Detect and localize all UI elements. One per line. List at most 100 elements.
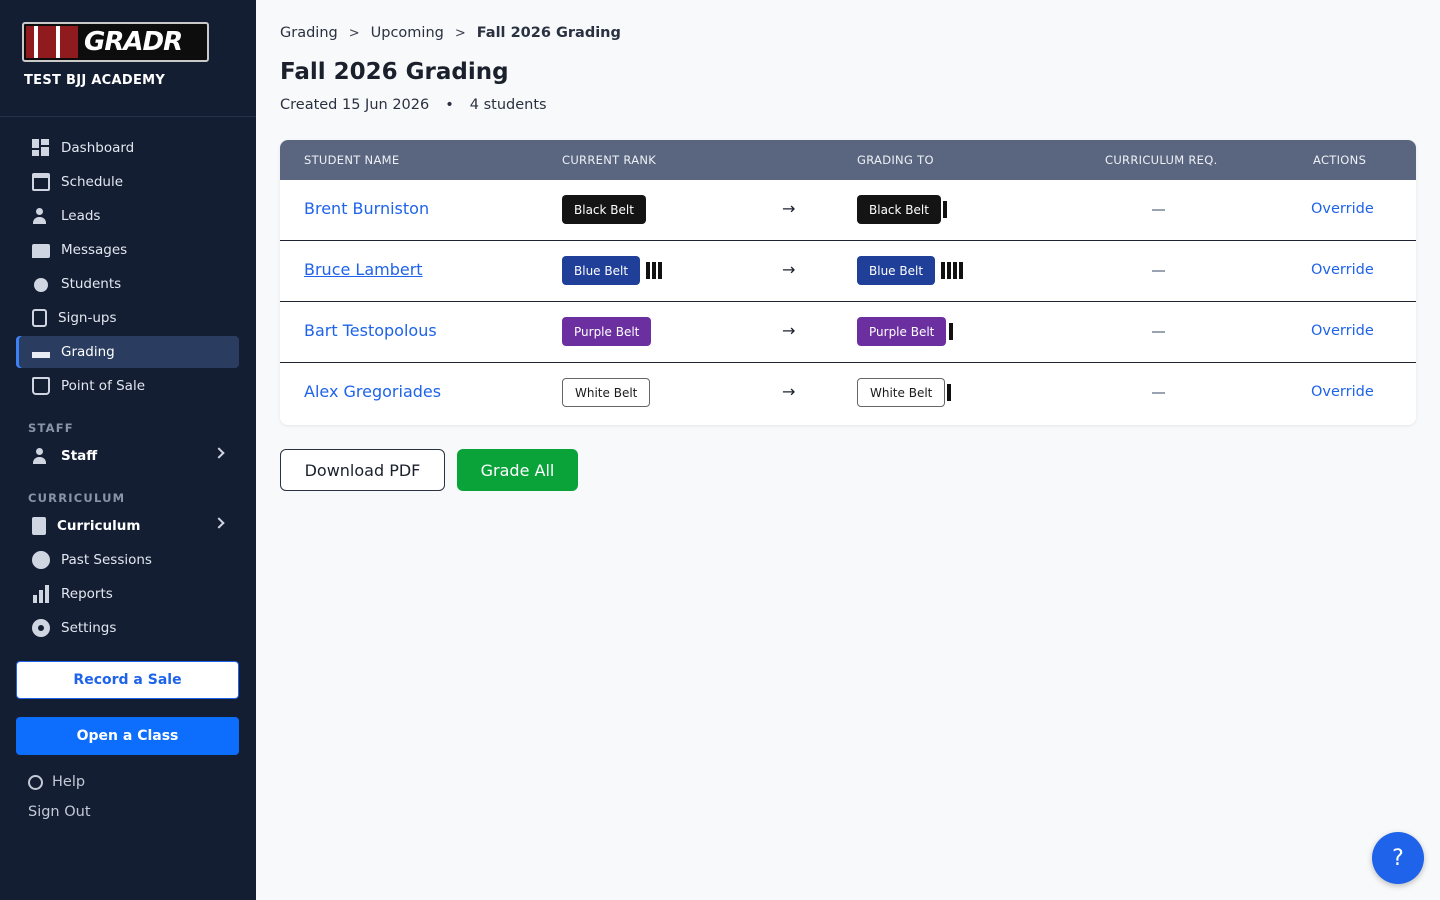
- override-button[interactable]: Override: [1311, 201, 1374, 217]
- header-current-rank: CURRENT RANK: [562, 153, 657, 167]
- help-link[interactable]: Help: [28, 774, 85, 790]
- sidebar-item-messages[interactable]: Messages: [16, 234, 239, 266]
- sidebar-item-leads[interactable]: Leads: [16, 200, 239, 232]
- current-stripes: [646, 262, 664, 279]
- sidebar-item-label: Settings: [61, 620, 117, 636]
- page-title: Fall 2026 Grading: [280, 59, 509, 85]
- record-sale-button[interactable]: Record a Sale: [16, 661, 239, 699]
- table-row: Alex Gregoriades White Belt → White Belt…: [280, 363, 1416, 424]
- target-stripes: [949, 323, 955, 340]
- logo-emblem: [26, 26, 78, 58]
- breadcrumb: Grading > Upcoming > Fall 2026 Grading: [280, 25, 621, 41]
- override-button[interactable]: Override: [1311, 323, 1374, 339]
- current-belt-badge: Black Belt: [562, 195, 646, 224]
- student-count: 4 students: [469, 97, 547, 113]
- sidebar-item-students[interactable]: Students: [16, 268, 239, 300]
- target-belt-badge: White Belt: [857, 378, 946, 407]
- breadcrumb-grading[interactable]: Grading: [280, 25, 338, 41]
- book-icon: [32, 517, 46, 535]
- sign-out-link[interactable]: Sign Out: [28, 804, 91, 820]
- grading-table: STUDENT NAME CURRENT RANK GRADING TO CUR…: [280, 140, 1416, 425]
- sidebar-item-schedule[interactable]: Schedule: [16, 166, 239, 198]
- sidebar-item-label: Sign-ups: [58, 310, 117, 326]
- student-name-link[interactable]: Bruce Lambert: [304, 260, 423, 279]
- add-person-icon: [32, 207, 50, 225]
- sidebar-item-label: Dashboard: [61, 140, 135, 156]
- target-stripes: [943, 201, 949, 218]
- arrow-right-icon: →: [782, 382, 796, 401]
- header-actions: ACTIONS: [1313, 153, 1367, 167]
- header-grading-to: GRADING TO: [857, 153, 934, 167]
- lifebuoy-icon: [28, 774, 43, 790]
- help-fab-button[interactable]: ?: [1372, 832, 1424, 884]
- help-label: Help: [52, 774, 86, 790]
- sidebar: GRADR TEST BJJ ACADEMY Dashboard Schedul…: [0, 0, 256, 900]
- sidebar-group-staff[interactable]: Staff: [16, 440, 239, 472]
- sidebar-item-label: Point of Sale: [61, 378, 146, 394]
- curriculum-empty-indicator: [1152, 209, 1165, 211]
- gear-icon: [32, 619, 50, 637]
- sidebar-item-label: Reports: [61, 586, 113, 602]
- override-button[interactable]: Override: [1311, 384, 1374, 400]
- sidebar-item-label: Grading: [61, 344, 115, 360]
- created-date: Created 15 Jun 2026: [280, 97, 430, 113]
- override-button[interactable]: Override: [1311, 262, 1374, 278]
- academy-name: TEST BJJ ACADEMY: [24, 73, 166, 88]
- sidebar-item-label: Leads: [61, 208, 101, 224]
- curriculum-empty-indicator: [1152, 331, 1165, 333]
- table-header: STUDENT NAME CURRENT RANK GRADING TO CUR…: [280, 140, 1416, 180]
- sidebar-item-label: Messages: [61, 242, 128, 258]
- sidebar-item-signups[interactable]: Sign-ups: [16, 302, 239, 334]
- target-belt-badge: Black Belt: [857, 195, 941, 224]
- current-belt-badge: White Belt: [562, 378, 651, 407]
- meta-separator: •: [445, 97, 454, 113]
- target-belt-badge: Purple Belt: [857, 317, 947, 346]
- grading-icon: [32, 351, 50, 358]
- chevron-right-icon: [213, 447, 225, 459]
- sidebar-item-label: Curriculum: [57, 518, 141, 534]
- sidebar-item-point-of-sale[interactable]: Point of Sale: [16, 370, 239, 402]
- bag-icon: [32, 377, 50, 395]
- sidebar-item-dashboard[interactable]: Dashboard: [16, 132, 239, 164]
- student-name-link[interactable]: Alex Gregoriades: [304, 382, 441, 401]
- page-meta: Created 15 Jun 2026 • 4 students: [280, 97, 547, 113]
- student-name-link[interactable]: Brent Burniston: [304, 199, 429, 218]
- curriculum-empty-indicator: [1152, 392, 1165, 394]
- section-label-curriculum: CURRICULUM: [28, 491, 126, 505]
- target-stripes: [941, 262, 965, 279]
- header-curriculum-req: CURRICULUM REQ.: [1105, 153, 1218, 167]
- student-name-link[interactable]: Bart Testopolous: [304, 321, 437, 340]
- chevron-right-icon: >: [348, 25, 360, 41]
- table-row: Bruce Lambert Blue Belt → Blue Belt Over…: [280, 241, 1416, 302]
- target-stripes: [947, 384, 953, 401]
- breadcrumb-upcoming[interactable]: Upcoming: [371, 25, 444, 41]
- sidebar-item-label: Students: [61, 276, 122, 292]
- chevron-right-icon: >: [454, 25, 466, 41]
- arrow-right-icon: →: [782, 260, 796, 279]
- sidebar-item-past-sessions[interactable]: Past Sessions: [16, 544, 239, 576]
- current-belt-badge: Purple Belt: [562, 317, 652, 346]
- chevron-right-icon: [213, 517, 225, 529]
- person-icon: [32, 447, 50, 465]
- gradr-logo[interactable]: GRADR: [22, 22, 209, 62]
- chat-icon: [32, 244, 50, 258]
- calendar-icon: [32, 173, 50, 191]
- sidebar-item-grading[interactable]: Grading: [16, 336, 239, 368]
- clipboard-icon: [32, 309, 47, 327]
- open-class-button[interactable]: Open a Class: [16, 717, 239, 755]
- sidebar-group-curriculum[interactable]: Curriculum: [16, 510, 239, 542]
- table-row: Brent Burniston Black Belt → Black Belt …: [280, 180, 1416, 241]
- target-belt-badge: Blue Belt: [857, 256, 936, 285]
- sidebar-item-settings[interactable]: Settings: [16, 612, 239, 644]
- download-pdf-button[interactable]: Download PDF: [280, 449, 445, 491]
- arrow-right-icon: →: [782, 199, 796, 218]
- sidebar-item-reports[interactable]: Reports: [16, 578, 239, 610]
- header-student-name: STUDENT NAME: [304, 153, 400, 167]
- grade-all-button[interactable]: Grade All: [457, 449, 578, 491]
- dashboard-icon: [32, 139, 50, 157]
- current-belt-badge: Blue Belt: [562, 256, 641, 285]
- students-icon: [32, 275, 50, 293]
- bar-chart-icon: [32, 585, 50, 603]
- sidebar-divider: [0, 116, 256, 117]
- table-row: Bart Testopolous Purple Belt → Purple Be…: [280, 302, 1416, 363]
